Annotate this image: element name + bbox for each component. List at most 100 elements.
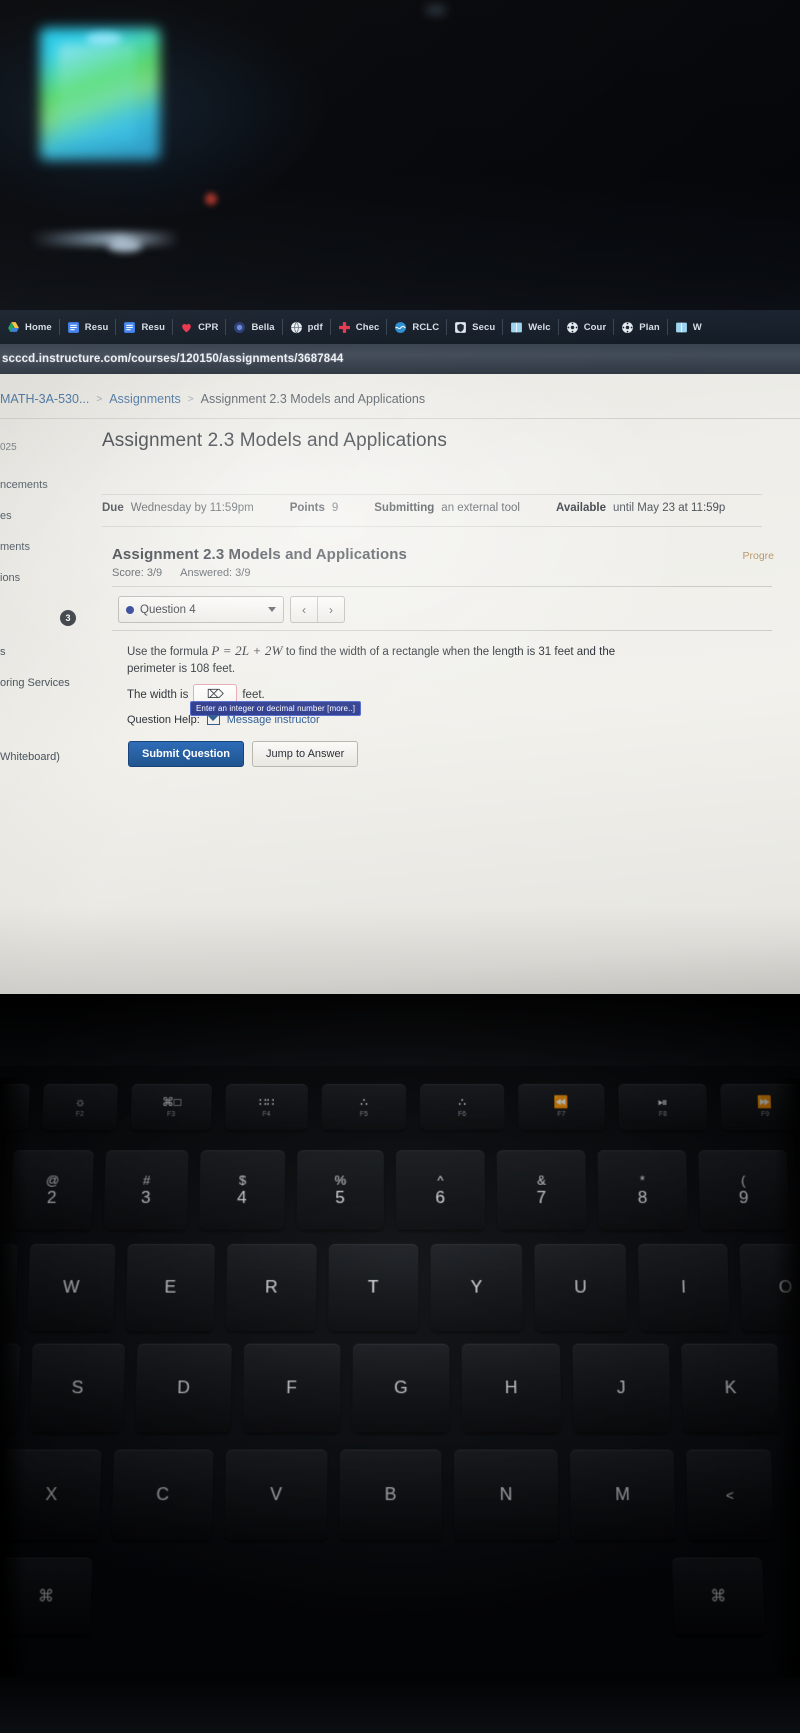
canvas-icon: [622, 321, 634, 333]
key-main-label: X: [44, 1483, 58, 1505]
next-question-button[interactable]: ›: [317, 597, 344, 622]
key-h[interactable]: H: [461, 1343, 562, 1433]
key-s[interactable]: S: [29, 1343, 126, 1433]
course-sidebar[interactable]: ncements es ments ions s oring Services …: [0, 434, 92, 782]
meta-key-due: Due: [102, 502, 124, 514]
shield-icon: [455, 321, 467, 333]
sidebar-item-tutoring[interactable]: oring Services: [0, 677, 92, 689]
key-5[interactable]: % 5: [296, 1150, 384, 1230]
quiz-progress-label: Progre: [742, 550, 774, 562]
bookmark-item[interactable]: Home: [0, 321, 59, 334]
bookmark-item[interactable]: Plan: [614, 321, 666, 334]
bookmark-item[interactable]: W: [668, 321, 709, 334]
play-pause-icon: ⏯: [657, 1094, 668, 1109]
key-shift-label: &: [536, 1171, 546, 1188]
bookmark-item[interactable]: Bella: [226, 321, 281, 334]
key-shift-label: %: [334, 1171, 347, 1188]
key-f4[interactable]: ∷∷ F4: [225, 1083, 308, 1131]
key-d[interactable]: D: [135, 1343, 232, 1433]
key-main-label: T: [367, 1277, 379, 1297]
key-i[interactable]: I: [637, 1244, 730, 1332]
key-w[interactable]: W: [27, 1244, 116, 1332]
key-c[interactable]: C: [111, 1449, 214, 1541]
key-main-label: J: [616, 1377, 627, 1398]
jump-to-answer-button[interactable]: Jump to Answer: [252, 741, 359, 767]
question-prompt: Use the formula P = 2L + 2W to find the …: [127, 642, 627, 678]
question-select[interactable]: Question 4: [118, 596, 284, 623]
key-e[interactable]: E: [125, 1244, 216, 1332]
key-main-label: F: [286, 1377, 298, 1398]
red-led-dot: [205, 193, 217, 205]
submit-question-button[interactable]: Submit Question: [128, 741, 244, 767]
sidebar-item-assignments[interactable]: ments: [0, 541, 92, 553]
key-comma[interactable]: <: [685, 1449, 775, 1541]
key-m[interactable]: M: [569, 1449, 676, 1541]
key-t[interactable]: T: [328, 1244, 419, 1332]
sidebar-item-discussions[interactable]: ions: [0, 572, 92, 584]
quiz-actions[interactable]: Submit Question Jump to Answer: [128, 741, 359, 767]
question-prev-next[interactable]: ‹ ›: [290, 596, 345, 623]
key-f7[interactable]: ⏪ F7: [518, 1083, 606, 1131]
address-bar[interactable]: scccd.instructure.com/courses/120150/ass…: [0, 344, 800, 374]
key-8[interactable]: * 8: [597, 1150, 689, 1230]
sidebar-item-modules[interactable]: es: [0, 510, 92, 522]
sidebar-item-announcements[interactable]: ncements: [0, 479, 92, 491]
question-nav-bar[interactable]: Question 4 ‹ ›: [118, 596, 345, 623]
breadcrumb-assignments[interactable]: Assignments: [109, 392, 181, 406]
prev-question-button[interactable]: ‹: [291, 597, 317, 622]
key-command-right[interactable]: ⌘: [672, 1557, 765, 1635]
key-j[interactable]: J: [572, 1343, 672, 1433]
key-b[interactable]: B: [339, 1449, 442, 1541]
message-instructor-link[interactable]: Message instructor: [227, 714, 320, 726]
background-monitor-inner-glow: [58, 44, 136, 140]
key-f[interactable]: F: [242, 1343, 341, 1433]
bookmark-item[interactable]: Welc: [503, 321, 557, 334]
bookmark-item[interactable]: Resu: [60, 321, 116, 334]
bookmark-label: Home: [25, 321, 52, 333]
key-u[interactable]: U: [534, 1244, 628, 1332]
key-main-label: 3: [140, 1187, 152, 1207]
envelope-icon: [206, 715, 220, 725]
bookmark-item[interactable]: Cour: [559, 321, 614, 334]
key-main-label: V: [269, 1483, 283, 1505]
bookmark-label: Resu: [141, 321, 166, 333]
key-main-label: N: [499, 1483, 513, 1505]
bookmark-label: Plan: [639, 321, 660, 333]
bookmark-item[interactable]: pdf: [283, 320, 330, 334]
sidebar-item-whiteboard[interactable]: Whiteboard): [0, 751, 92, 763]
key-y[interactable]: Y: [430, 1244, 523, 1332]
bookmark-item[interactable]: RCLC: [387, 321, 446, 334]
laptop-hinge: [0, 994, 800, 1066]
key-k[interactable]: K: [681, 1343, 781, 1433]
bookmark-item[interactable]: CPR: [173, 321, 225, 334]
sidebar-badge: 3: [60, 610, 76, 626]
quiz-score-row: Score: 3/9 Answered: 3/9: [112, 567, 752, 579]
bookmarks-bar[interactable]: Home Resu Resu CPR Bella pdf Chec RCLC S…: [0, 310, 800, 344]
breadcrumb-course[interactable]: MATH-3A-530...: [0, 392, 89, 406]
key-main-label: U: [573, 1277, 588, 1297]
keyboard[interactable]: ☼ F2 ⌘□ F3 ∷∷ F4 ∴ F5 ∴ F6 ⏪ F7 ⏯ F8 ⏩ F…: [0, 1078, 800, 1733]
key-v[interactable]: V: [224, 1449, 328, 1541]
key-main-label: H: [504, 1377, 518, 1398]
key-n[interactable]: N: [453, 1449, 559, 1541]
key-6[interactable]: ^ 6: [395, 1150, 486, 1230]
bookmark-item[interactable]: Chec: [331, 321, 387, 334]
key-7[interactable]: & 7: [496, 1150, 587, 1230]
question-help-row[interactable]: Question Help: Message instructor: [127, 714, 320, 726]
key-f3[interactable]: ⌘□ F3: [130, 1083, 212, 1131]
key-fn-label: F2: [75, 1110, 85, 1119]
key-f8[interactable]: ⏯ F8: [618, 1083, 708, 1131]
key-shift-label: ^: [437, 1171, 444, 1188]
sidebar-item-pages[interactable]: s: [0, 646, 92, 658]
key-4[interactable]: $ 4: [199, 1150, 286, 1230]
key-g[interactable]: G: [352, 1343, 450, 1433]
bookmark-item[interactable]: Resu: [116, 321, 172, 334]
key-f6[interactable]: ∴ F6: [420, 1083, 505, 1131]
quiz-header: Assignment 2.3 Models and Applications S…: [112, 546, 774, 579]
key-3[interactable]: # 3: [103, 1150, 189, 1230]
key-r[interactable]: R: [225, 1244, 317, 1332]
key-f5[interactable]: ∴ F5: [321, 1083, 407, 1131]
key-f2[interactable]: ☼ F2: [42, 1083, 118, 1131]
drive-icon: [8, 321, 19, 332]
bookmark-item[interactable]: Secu: [447, 321, 502, 334]
